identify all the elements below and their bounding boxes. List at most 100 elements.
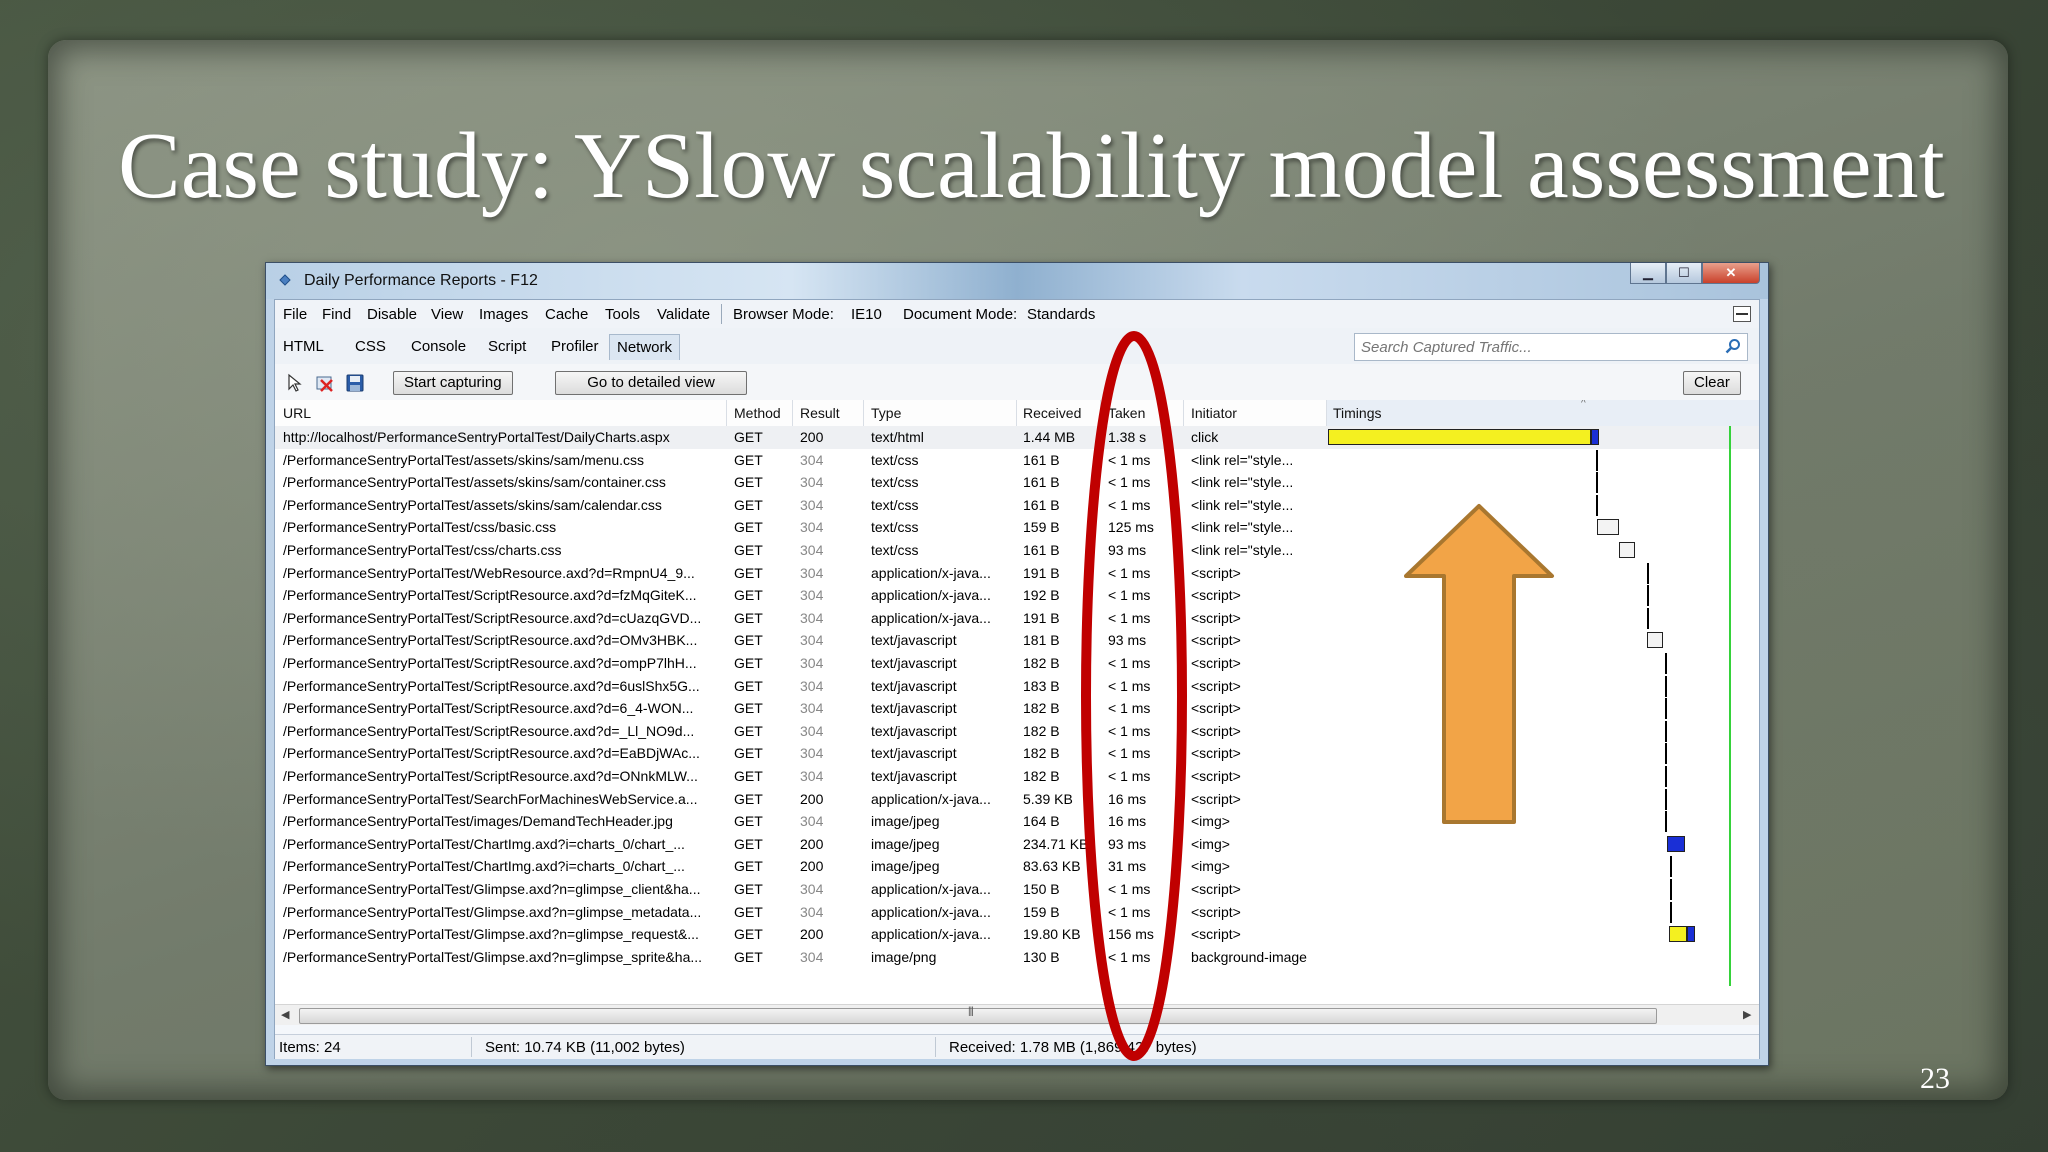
col-timings[interactable]: Timings — [1333, 405, 1382, 421]
table-row[interactable]: /PerformanceSentryPortalTest/Glimpse.axd… — [275, 878, 1759, 901]
menu-find[interactable]: Find — [322, 306, 351, 323]
go-to-detailed-view-button[interactable]: Go to detailed view — [555, 371, 747, 395]
clear-cache-icon[interactable] — [315, 373, 335, 393]
row-method: GET — [734, 655, 763, 671]
col-received[interactable]: Received — [1023, 405, 1081, 421]
row-url: /PerformanceSentryPortalTest/Glimpse.axd… — [283, 903, 702, 920]
menu-file[interactable]: File — [283, 306, 307, 323]
row-initiator: <script> — [1191, 609, 1241, 626]
row-received: 130 B — [1023, 948, 1060, 965]
row-initiator: <script> — [1191, 564, 1241, 581]
timing-marker — [1596, 494, 1598, 516]
tab-console[interactable]: Console — [411, 338, 466, 355]
menu-view[interactable]: View — [431, 306, 463, 323]
row-initiator: <script> — [1191, 677, 1241, 694]
sort-indicator-icon: ^ — [1581, 400, 1586, 409]
row-initiator: <link rel="style... — [1191, 474, 1294, 491]
row-received: 161 B — [1023, 542, 1060, 558]
table-row[interactable]: /PerformanceSentryPortalTest/assets/skin… — [275, 449, 1759, 472]
slide-page-number: 23 — [1920, 1062, 1950, 1095]
document-mode-value[interactable]: Standards — [1027, 306, 1095, 323]
select-element-icon[interactable] — [285, 373, 305, 393]
timing-marker — [1670, 901, 1672, 923]
menu-tools[interactable]: Tools — [605, 306, 640, 323]
row-url: /PerformanceSentryPortalTest/assets/skin… — [283, 451, 645, 468]
row-type: text/css — [871, 451, 919, 468]
row-received: 234.71 KB — [1023, 835, 1089, 852]
window-controls: ▁ ☐ ✕ — [1630, 263, 1760, 285]
col-divider[interactable] — [1326, 400, 1327, 426]
col-divider[interactable] — [1016, 400, 1017, 426]
browser-mode-label[interactable]: Browser Mode: — [733, 306, 834, 323]
horizontal-scrollbar[interactable]: ◀ ||| ▶ — [275, 1004, 1759, 1025]
row-method: GET — [734, 813, 763, 830]
menu-cache[interactable]: Cache — [545, 306, 588, 323]
search-input[interactable] — [1359, 334, 1703, 360]
scroll-thumb[interactable] — [299, 1008, 1657, 1024]
table-row[interactable]: /PerformanceSentryPortalTest/ChartImg.ax… — [275, 855, 1759, 878]
col-method[interactable]: Method — [734, 405, 781, 421]
table-row[interactable]: http://localhost/PerformanceSentryPortal… — [275, 426, 1759, 449]
menu-bar: File Find Disable View Images Cache Tool… — [275, 300, 1759, 329]
row-type: text/javascript — [871, 745, 957, 762]
col-result[interactable]: Result — [800, 405, 840, 421]
status-separator — [471, 1037, 472, 1057]
col-divider[interactable] — [726, 400, 727, 426]
scroll-grip-icon: ||| — [968, 1006, 974, 1017]
scroll-left-icon[interactable]: ◀ — [281, 1008, 289, 1021]
menu-disable[interactable]: Disable — [367, 306, 417, 323]
row-method: GET — [734, 745, 763, 762]
scroll-right-icon[interactable]: ▶ — [1743, 1008, 1751, 1021]
clear-button[interactable]: Clear — [1683, 371, 1741, 395]
timing-receive-bar — [1591, 429, 1599, 445]
tab-network[interactable]: Network — [609, 334, 681, 360]
menu-validate[interactable]: Validate — [657, 306, 710, 323]
document-mode-label[interactable]: Document Mode: — [903, 306, 1017, 323]
row-received: 182 B — [1023, 655, 1060, 671]
col-type[interactable]: Type — [871, 405, 901, 421]
tab-profiler[interactable]: Profiler — [551, 338, 599, 355]
col-divider[interactable] — [863, 400, 864, 426]
table-row[interactable]: /PerformanceSentryPortalTest/Glimpse.axd… — [275, 946, 1759, 969]
window-titlebar[interactable]: Daily Performance Reports - F12 ▁ ☐ ✕ — [266, 263, 1768, 299]
maximize-button[interactable]: ☐ — [1666, 263, 1702, 284]
table-row[interactable]: /PerformanceSentryPortalTest/assets/skin… — [275, 471, 1759, 494]
row-type: application/x-java... — [871, 609, 991, 626]
tab-script[interactable]: Script — [488, 338, 526, 355]
col-initiator[interactable]: Initiator — [1191, 405, 1237, 421]
col-divider[interactable] — [792, 400, 793, 426]
start-capturing-button[interactable]: Start capturing — [393, 371, 513, 395]
row-type: text/javascript — [871, 632, 957, 649]
tab-css[interactable]: CSS — [355, 338, 386, 355]
table-row[interactable]: /PerformanceSentryPortalTest/ChartImg.ax… — [275, 833, 1759, 856]
row-url: /PerformanceSentryPortalTest/WebResource… — [283, 564, 695, 581]
dock-toggle-icon[interactable] — [1733, 306, 1751, 322]
row-type: application/x-java... — [871, 926, 991, 943]
close-button[interactable]: ✕ — [1702, 263, 1760, 284]
row-result: 200 — [800, 926, 824, 943]
row-url: /PerformanceSentryPortalTest/assets/skin… — [283, 474, 666, 491]
table-row[interactable]: /PerformanceSentryPortalTest/Glimpse.axd… — [275, 923, 1759, 946]
table-row[interactable]: /PerformanceSentryPortalTest/Glimpse.axd… — [275, 901, 1759, 924]
row-method: GET — [734, 768, 763, 784]
row-result: 304 — [800, 903, 824, 920]
row-url: /PerformanceSentryPortalTest/ScriptResou… — [283, 677, 700, 694]
menu-images[interactable]: Images — [479, 306, 528, 323]
tab-html[interactable]: HTML — [283, 338, 324, 355]
row-method: GET — [734, 903, 763, 920]
search-icon[interactable] — [1725, 338, 1741, 354]
minimize-button[interactable]: ▁ — [1630, 263, 1666, 284]
taken-column-highlight-ellipse — [1081, 331, 1187, 1061]
timing-marker — [1647, 562, 1649, 584]
row-initiator: <link rel="style... — [1191, 519, 1294, 536]
timing-marker — [1665, 811, 1667, 833]
save-icon[interactable] — [345, 373, 365, 393]
row-received: 181 B — [1023, 632, 1060, 649]
row-type: text/css — [871, 542, 919, 558]
col-url[interactable]: URL — [283, 405, 311, 421]
row-url: /PerformanceSentryPortalTest/ScriptResou… — [283, 700, 694, 717]
row-method: GET — [734, 496, 763, 513]
row-initiator: <script> — [1191, 768, 1241, 784]
browser-mode-value[interactable]: IE10 — [851, 306, 882, 323]
timing-cached-bar — [1619, 542, 1635, 558]
